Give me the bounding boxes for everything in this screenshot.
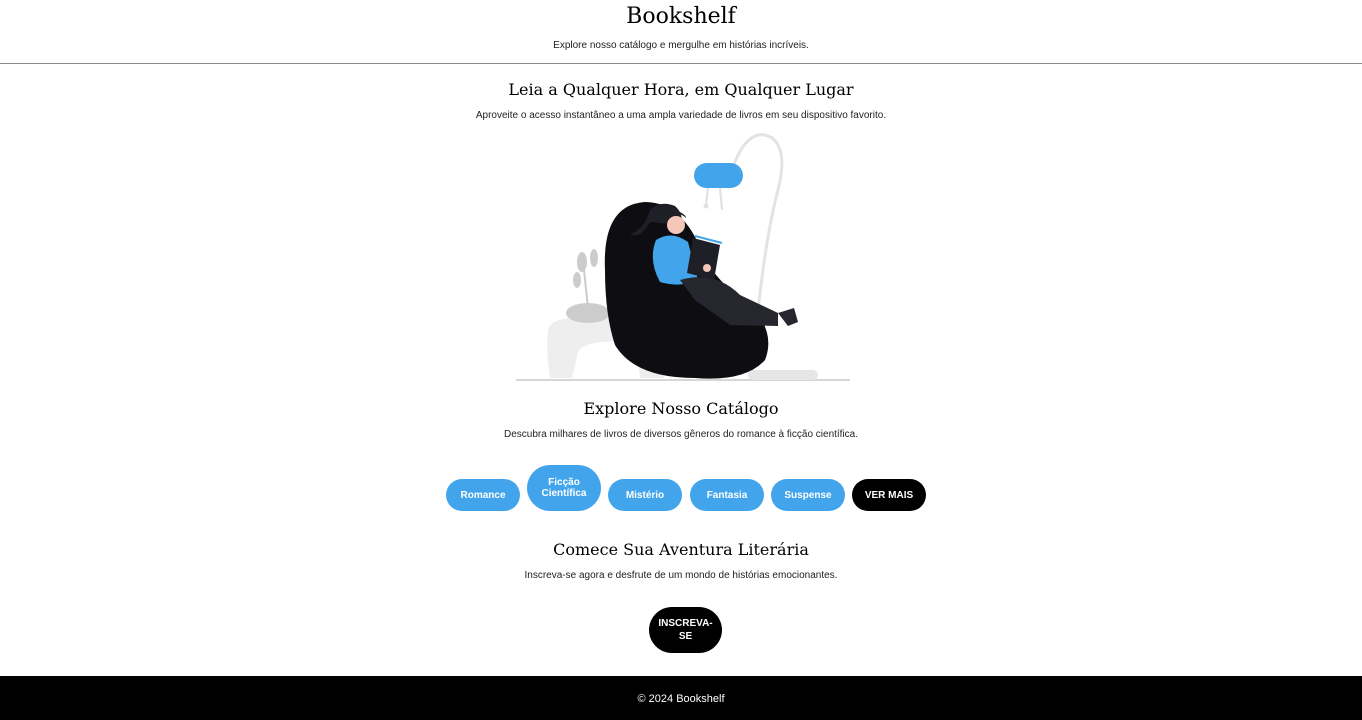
site-title: Bookshelf	[626, 4, 736, 29]
genre-button-romance[interactable]: Romance	[446, 479, 520, 511]
genre-button-ficcao-cientifica[interactable]: Ficção Científica	[527, 465, 601, 511]
catalog-text: Descubra milhares de livros de diversos …	[503, 429, 859, 440]
hero-title: Leia a Qualquer Hora, em Qualquer Lugar	[508, 80, 854, 99]
reading-illustration	[516, 133, 850, 381]
genre-button-suspense[interactable]: Suspense	[771, 479, 845, 511]
signup-title: Comece Sua Aventura Literária	[553, 540, 809, 559]
hero-text: Aproveite o acesso instantâneo a uma amp…	[475, 110, 887, 121]
signup-text: Inscreva-se agora e desfrute de um mondo…	[524, 570, 838, 581]
genre-buttons: Romance Ficção Científica Mistério Fanta…	[446, 465, 926, 513]
subscribe-button[interactable]: INSCREVA-SE	[649, 607, 722, 653]
see-more-button[interactable]: VER MAIS	[852, 479, 926, 511]
footer-copyright: © 2024 Bookshelf	[637, 693, 725, 705]
genre-button-fantasia[interactable]: Fantasia	[690, 479, 764, 511]
site-tagline: Explore nosso catálogo e mergulhe em his…	[553, 40, 809, 51]
catalog-title: Explore Nosso Catálogo	[583, 399, 779, 418]
site-footer: © 2024 Bookshelf	[0, 676, 1362, 720]
genre-button-misterio[interactable]: Mistério	[608, 479, 682, 511]
site-header: Bookshelf Explore nosso catálogo e mergu…	[0, 0, 1362, 64]
